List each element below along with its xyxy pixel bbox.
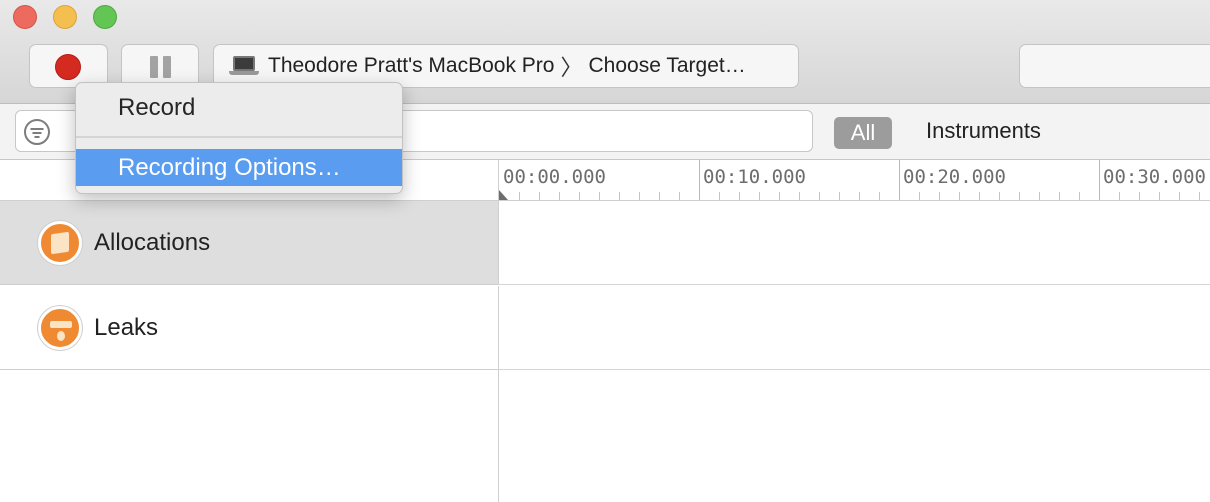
ruler-minor-tick <box>1139 192 1140 200</box>
ruler-minor-tick <box>1199 192 1200 200</box>
instrument-row-allocations[interactable]: Allocations <box>0 201 498 285</box>
ruler-minor-tick <box>879 192 880 200</box>
ruler-major-tick <box>1099 160 1100 200</box>
ruler-time-label: 00:00.000 <box>503 166 606 188</box>
ruler-minor-tick <box>579 192 580 200</box>
ruler-time-label: 00:10.000 <box>703 166 806 188</box>
ruler-minor-tick <box>1119 192 1120 200</box>
scope-all-button[interactable]: All <box>834 117 892 149</box>
allocations-cube-icon <box>38 220 82 265</box>
track-empty-area <box>498 370 1210 502</box>
ruler-minor-tick <box>999 192 1000 200</box>
breadcrumb-chevron-icon: 〉 <box>560 55 583 80</box>
ruler-minor-tick <box>1019 192 1020 200</box>
ruler-minor-tick <box>619 192 620 200</box>
ruler-minor-tick <box>519 192 520 200</box>
ruler-minor-tick <box>959 192 960 200</box>
ruler-minor-tick <box>759 192 760 200</box>
menu-item-record[interactable]: Record <box>76 90 402 126</box>
ruler-minor-tick <box>559 192 560 200</box>
ruler-minor-tick <box>1039 192 1040 200</box>
instrument-name: Leaks <box>94 313 159 341</box>
ruler-minor-tick <box>1059 192 1060 200</box>
ruler-time-label: 00:30.000 <box>1103 166 1206 188</box>
minimize-window-button[interactable] <box>53 5 77 29</box>
ruler-minor-tick <box>539 192 540 200</box>
ruler-minor-tick <box>1159 192 1160 200</box>
ruler-minor-tick <box>719 192 720 200</box>
ruler-minor-tick <box>859 192 860 200</box>
target-device-label: Theodore Pratt's MacBook Pro <box>268 54 555 77</box>
close-window-button[interactable] <box>13 5 37 29</box>
pause-icon <box>150 56 158 78</box>
ruler-minor-tick <box>739 192 740 200</box>
status-display <box>1019 44 1210 88</box>
record-icon <box>55 54 81 80</box>
laptop-icon <box>229 56 259 76</box>
ruler-minor-tick <box>639 192 640 200</box>
ruler-minor-tick <box>679 192 680 200</box>
ruler-time-label: 00:20.000 <box>903 166 1006 188</box>
ruler-minor-tick <box>1079 192 1080 200</box>
ruler-major-tick <box>699 160 700 200</box>
instrument-track-allocations[interactable] <box>498 201 1210 285</box>
ruler-minor-tick <box>939 192 940 200</box>
leaks-faucet-icon <box>38 305 82 350</box>
ruler-major-tick <box>899 160 900 200</box>
ruler-minor-tick <box>799 192 800 200</box>
timeline-ruler[interactable]: 00:00.000 00:10.000 00:20.000 00:30.000 <box>498 160 1210 201</box>
ruler-minor-tick <box>779 192 780 200</box>
ruler-minor-tick <box>819 192 820 200</box>
ruler-minor-tick <box>659 192 660 200</box>
instrument-row-leaks[interactable]: Leaks <box>0 286 498 370</box>
ruler-minor-tick <box>599 192 600 200</box>
ruler-minor-tick <box>979 192 980 200</box>
playhead-marker-icon[interactable] <box>499 190 508 200</box>
instrument-name: Allocations <box>94 228 211 256</box>
menu-separator <box>76 136 402 138</box>
instrument-list-empty-area <box>0 370 498 502</box>
scope-instruments-button[interactable]: Instruments <box>926 118 1041 144</box>
ruler-minor-tick <box>919 192 920 200</box>
record-dropdown-menu: Record Recording Options… <box>75 82 403 194</box>
choose-target-label[interactable]: Choose Target… <box>589 54 746 78</box>
menu-item-recording-options[interactable]: Recording Options… <box>76 149 402 186</box>
filter-icon[interactable] <box>24 119 50 145</box>
instrument-track-leaks[interactable] <box>498 286 1210 370</box>
ruler-minor-tick <box>839 192 840 200</box>
zoom-window-button[interactable] <box>93 5 117 29</box>
ruler-minor-tick <box>1179 192 1180 200</box>
